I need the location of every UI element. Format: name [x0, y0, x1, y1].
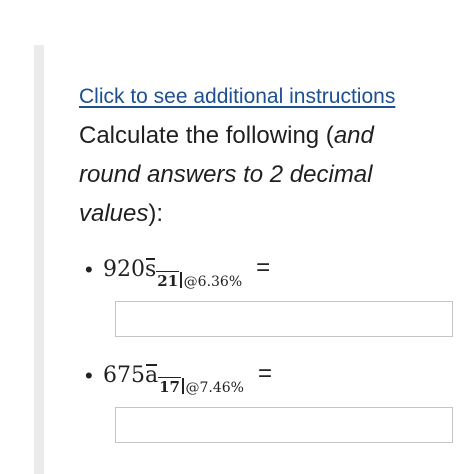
question-item-1: • 920 s21 @6.36% = [79, 253, 469, 337]
term-1: 21 [156, 271, 180, 290]
page: Click to see additional instructions Cal… [0, 0, 474, 474]
coefficient-2: 675 [103, 363, 145, 388]
bullet-1: • [85, 257, 93, 282]
answer-input-2[interactable] [115, 407, 453, 443]
annuity-subscript-1: 21 @6.36% [156, 271, 242, 291]
accumulated-value-bar-icon [146, 258, 156, 260]
formula-1: • 920 s21 @6.36% = [79, 253, 469, 299]
coefficient-1: 920 [103, 257, 145, 282]
equals-sign-1: = [256, 254, 271, 281]
rate-2: @7.46% [185, 380, 244, 396]
prompt-prefix: Calculate the following ( [79, 122, 334, 149]
question-content: Click to see additional instructions Cal… [79, 82, 469, 443]
bullet-2: • [85, 363, 93, 388]
angle-bracket-icon [180, 272, 182, 288]
annuity-symbol-2: a [145, 363, 159, 388]
term-2: 17 [158, 377, 181, 396]
rate-1: @6.36% [183, 274, 243, 290]
answer-input-1[interactable] [115, 301, 453, 337]
formula-expression-2: 675 a17 @7.46% [103, 359, 244, 397]
formula-2: • 675 a17 @7.46% = [79, 359, 469, 405]
question-prompt: Calculate the following (and round answe… [79, 116, 439, 233]
angle-bracket-icon [182, 378, 184, 394]
formula-expression-1: 920 s21 @6.36% [103, 253, 242, 291]
additional-instructions-link[interactable]: Click to see additional instructions [79, 82, 395, 112]
present-value-bar-icon [146, 364, 158, 366]
question-item-2: • 675 a17 @7.46% = [79, 359, 469, 443]
equals-sign-2: = [257, 360, 272, 387]
annuity-symbol-1: s [145, 257, 157, 282]
left-divider [34, 45, 44, 474]
annuity-subscript-2: 17 @7.46% [158, 377, 244, 397]
prompt-suffix: ): [148, 200, 164, 227]
